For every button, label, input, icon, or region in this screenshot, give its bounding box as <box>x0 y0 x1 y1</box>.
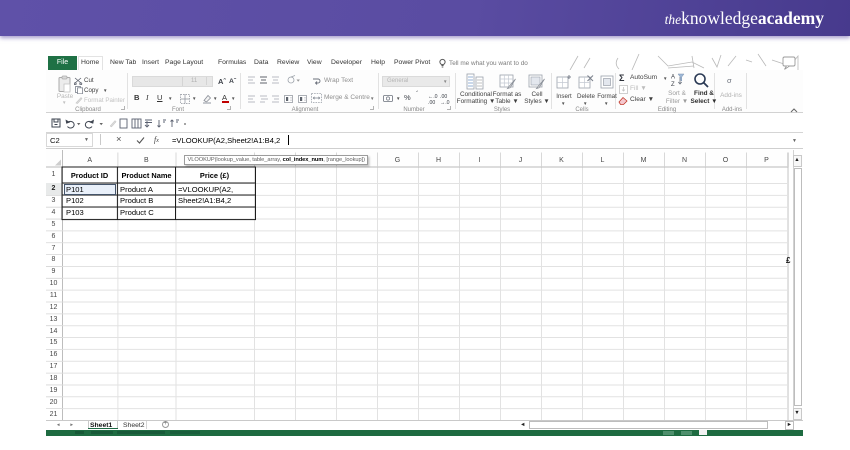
svg-text:Z: Z <box>671 82 675 88</box>
svg-text:A: A <box>671 75 675 81</box>
